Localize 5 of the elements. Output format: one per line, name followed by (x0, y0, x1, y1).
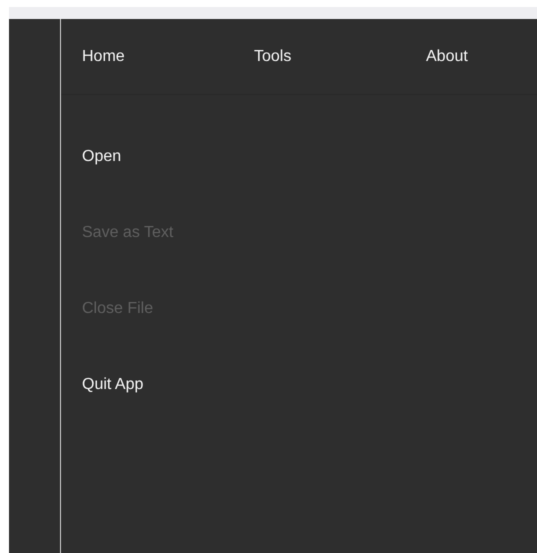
nav-link[interactable]: Home (82, 48, 254, 66)
menu-item[interactable]: Open (82, 147, 122, 166)
nav-link[interactable]: About (426, 48, 537, 66)
menu-item[interactable]: Quit App (82, 375, 144, 394)
nav-link[interactable]: Tools (254, 48, 426, 66)
